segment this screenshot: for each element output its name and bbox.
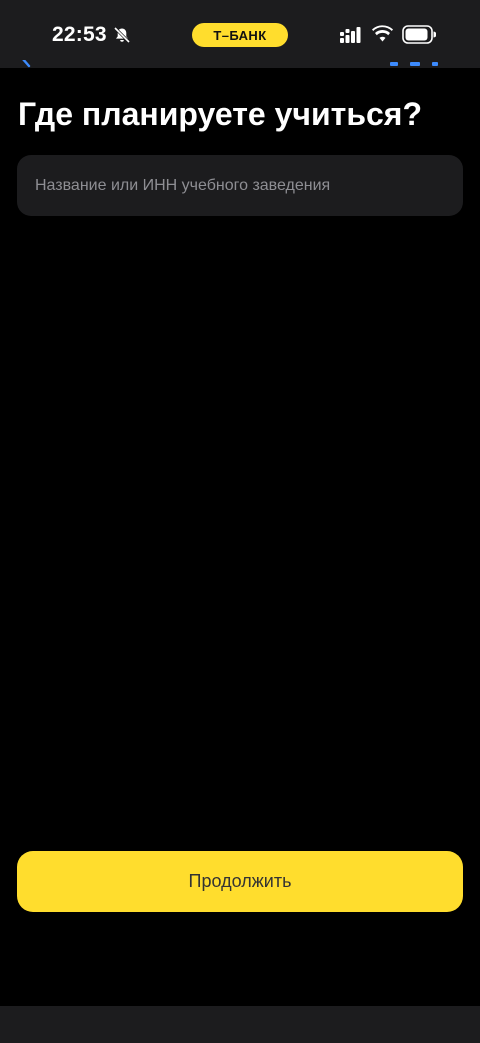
wifi-icon [372,25,393,42]
brand-label: Т–БАНК [213,27,267,43]
page-title: Где планируете учиться? [18,96,423,132]
bottom-bar [0,1006,480,1043]
continue-button[interactable]: Продолжить [17,851,463,912]
school-search-field[interactable] [17,155,463,216]
cellular-signal-icon [340,27,361,43]
chevron-left-icon [22,60,31,68]
school-search-input[interactable] [17,155,463,216]
back-button[interactable] [20,60,32,68]
brand-pill: Т–БАНК [192,23,288,47]
battery-icon [402,25,436,44]
nav-action-clipped [388,60,448,68]
clipped-nav-glyphs [390,62,438,66]
bell-slash-icon [113,26,131,44]
status-bar: 22:53 Т–БАНК [0,0,480,68]
status-time: 22:53 [52,23,107,46]
